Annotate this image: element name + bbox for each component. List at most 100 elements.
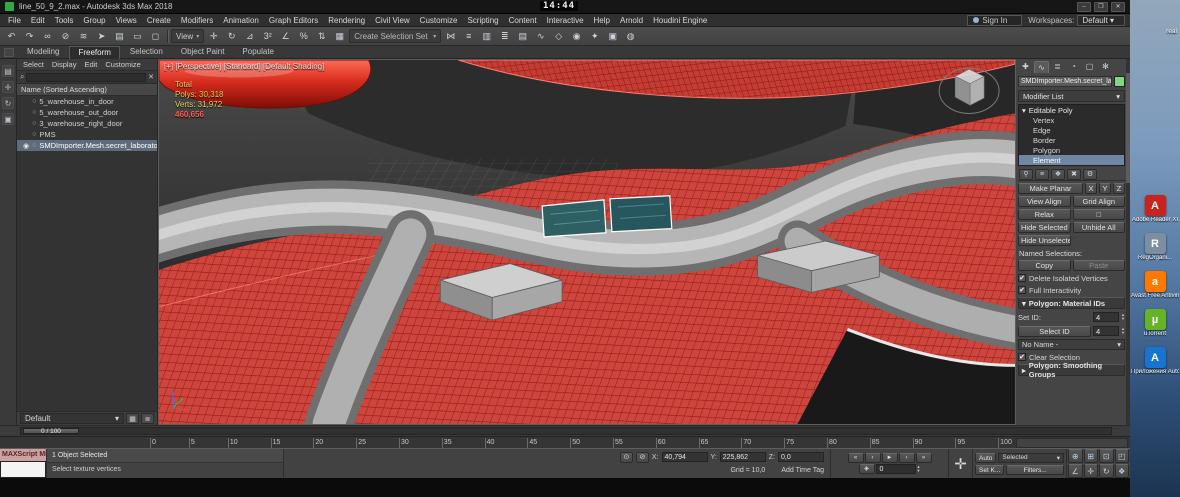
select-and-move-icon[interactable]: ✛ xyxy=(205,29,222,44)
render-setup-icon[interactable]: ✦ xyxy=(586,29,603,44)
ribbon-toggle-icon[interactable]: ▤ xyxy=(514,29,531,44)
planar-y-button[interactable]: Y xyxy=(1099,183,1111,194)
explorer-menu-item[interactable]: Select xyxy=(20,60,47,69)
angle-snap-icon[interactable]: ∠ xyxy=(277,29,294,44)
viewport-label[interactable]: [+] [Perspective] [Standard] [Default Sh… xyxy=(164,62,324,71)
isolate-selection-icon[interactable]: ⊙ xyxy=(620,452,633,463)
list-item[interactable]: ◉ ○ SMDImporter.Mesh.secret_laborato xyxy=(17,140,157,151)
x-coordinate-field[interactable]: 40,794 xyxy=(662,452,708,462)
list-item[interactable]: ◉ ○ 5_warehouse_out_door xyxy=(17,107,157,118)
unhide-all-button[interactable]: Unhide All xyxy=(1073,222,1126,233)
list-item[interactable]: ◉ ○ 3_warehouse_right_door xyxy=(17,118,157,129)
close-button[interactable]: ✕ xyxy=(1111,2,1125,12)
select-object-icon[interactable]: ➤ xyxy=(93,29,110,44)
menu-item[interactable]: Scripting xyxy=(462,16,503,25)
menu-item[interactable]: Houdini Engine xyxy=(648,16,712,25)
smoothing-groups-rollout-header[interactable]: ▸ Polygon: Smoothing Groups xyxy=(1018,364,1125,376)
modify-tab-icon[interactable]: ∿ xyxy=(1034,61,1049,73)
material-editor-icon[interactable]: ◉ xyxy=(568,29,585,44)
show-end-result-icon[interactable]: ≡ xyxy=(1035,169,1049,180)
visibility-eye-icon[interactable]: ◉ xyxy=(23,142,29,150)
hierarchy-tab-icon[interactable]: ≣ xyxy=(1050,61,1065,73)
zoom-extents-icon[interactable]: ⊡ xyxy=(1099,449,1114,463)
menu-item[interactable]: Animation xyxy=(218,16,264,25)
viewport[interactable]: [+] [Perspective] [Standard] [Default Sh… xyxy=(158,59,1016,425)
display-tab-icon[interactable]: ▢ xyxy=(1082,61,1097,73)
render-production-icon[interactable]: ◍ xyxy=(622,29,639,44)
select-id-button[interactable]: Select ID xyxy=(1018,326,1091,337)
remove-modifier-icon[interactable]: ✖ xyxy=(1067,169,1081,180)
auto-key-button[interactable]: Auto xyxy=(975,453,996,463)
reference-coordinate-dropdown[interactable]: View▾ xyxy=(171,29,204,43)
explorer-layout-button[interactable]: ▦ xyxy=(126,413,139,424)
time-slider-track[interactable]: 0 / 100 xyxy=(20,427,1112,435)
desktop-icon[interactable]: R RegOrgani... xyxy=(1130,233,1180,261)
desktop-icon[interactable]: A Adobe Reader XI xyxy=(1130,195,1180,223)
ribbon-tab[interactable]: Freeform xyxy=(69,46,119,59)
set-id-field[interactable]: 4 xyxy=(1093,312,1119,322)
key-mode-toggle-icon[interactable]: ◈ xyxy=(859,464,875,474)
add-time-tag[interactable]: Add Time Tag xyxy=(781,467,824,474)
clear-search-icon[interactable]: ✕ xyxy=(148,73,154,81)
sign-in-button[interactable]: Sign In xyxy=(967,15,1022,26)
make-unique-icon[interactable]: ❖ xyxy=(1051,169,1065,180)
grid-align-button[interactable]: Grid Align xyxy=(1073,196,1126,207)
list-item[interactable]: ◉ ○ PMS xyxy=(17,129,157,140)
field-of-view-icon[interactable]: ∠ xyxy=(1068,464,1083,478)
maxscript-input[interactable] xyxy=(0,461,46,478)
menu-item[interactable]: Tools xyxy=(50,16,79,25)
play-button[interactable]: ► xyxy=(882,453,898,463)
configure-modifier-sets-icon[interactable]: ⚙ xyxy=(1083,169,1097,180)
menu-item[interactable]: Graph Editors xyxy=(264,16,323,25)
select-id-spinner[interactable]: ▲▼ xyxy=(1121,327,1125,335)
time-slider-thumb[interactable]: 0 / 100 xyxy=(23,428,79,434)
relax-settings-button[interactable]: □ xyxy=(1073,209,1126,220)
previous-frame-button[interactable]: ‹ xyxy=(865,453,881,463)
named-selection-set-combo[interactable]: Create Selection Set▾ xyxy=(349,29,441,43)
edit-named-selection-sets-icon[interactable]: ▦ xyxy=(331,29,348,44)
menu-item[interactable]: Edit xyxy=(26,16,50,25)
ribbon-tab[interactable]: Selection xyxy=(122,46,171,59)
hide-unselected-button[interactable]: Hide Unselected xyxy=(1018,235,1071,246)
ribbon-tab[interactable]: Populate xyxy=(234,46,282,59)
list-item[interactable]: ◉ ○ 5_warehouse_in_door xyxy=(17,96,157,107)
menu-item[interactable]: Interactive xyxy=(542,16,589,25)
stack-sub-item[interactable]: Polygon xyxy=(1019,145,1124,155)
ribbon-tab[interactable]: Modeling xyxy=(19,46,67,59)
undo-icon[interactable]: ↶ xyxy=(3,29,20,44)
desktop-icon[interactable]: µ uTorrent xyxy=(1130,309,1180,337)
go-to-end-button[interactable]: » xyxy=(916,453,932,463)
layer-explorer-icon[interactable]: ≣ xyxy=(496,29,513,44)
stack-sub-item[interactable]: Border xyxy=(1019,135,1124,145)
key-filters-button[interactable]: Filters... xyxy=(1006,465,1064,475)
maximize-viewport-icon[interactable]: ❖ xyxy=(1115,464,1130,478)
menu-item[interactable]: Help xyxy=(589,16,615,25)
minimize-button[interactable]: – xyxy=(1077,2,1091,12)
go-to-start-button[interactable]: « xyxy=(848,453,864,463)
full-interactivity-checkbox[interactable] xyxy=(1018,286,1026,294)
bind-to-space-warp-icon[interactable]: ≋ xyxy=(75,29,92,44)
planar-x-button[interactable]: X xyxy=(1085,183,1097,194)
stack-sub-item[interactable]: Element xyxy=(1019,155,1124,165)
mirror-icon[interactable]: ⋈ xyxy=(442,29,459,44)
select-and-rotate-icon[interactable]: ↻ xyxy=(223,29,240,44)
selection-region-icon[interactable]: ▭ xyxy=(129,29,146,44)
planar-z-button[interactable]: Z xyxy=(1113,183,1125,194)
zoom-all-icon[interactable]: ⊞ xyxy=(1084,449,1099,463)
selection-lock-icon[interactable]: ⊘ xyxy=(636,452,649,463)
menu-item[interactable]: Views xyxy=(111,16,142,25)
pan-crosshair-icon[interactable]: ✛ xyxy=(948,449,972,478)
viewport-canvas[interactable] xyxy=(159,60,1015,424)
workspace-dropdown[interactable]: Default ▾ xyxy=(1077,15,1125,26)
scene-explorer-icon[interactable]: ▥ xyxy=(478,29,495,44)
ribbon-tab[interactable]: Object Paint xyxy=(173,46,233,59)
z-coordinate-field[interactable]: 0,0 xyxy=(778,452,824,462)
paste-button[interactable]: Paste xyxy=(1073,260,1126,271)
unlink-selection-icon[interactable]: ⊘ xyxy=(57,29,74,44)
zoom-icon[interactable]: ⊕ xyxy=(1068,449,1083,463)
pan-tool-icon[interactable]: ✛ xyxy=(2,81,14,93)
frame-spinner[interactable]: ▲▼ xyxy=(917,465,921,473)
relax-button[interactable]: Relax xyxy=(1018,209,1071,220)
menu-item[interactable]: Content xyxy=(504,16,542,25)
key-mode-dropdown[interactable]: Selected▾ xyxy=(998,453,1064,463)
